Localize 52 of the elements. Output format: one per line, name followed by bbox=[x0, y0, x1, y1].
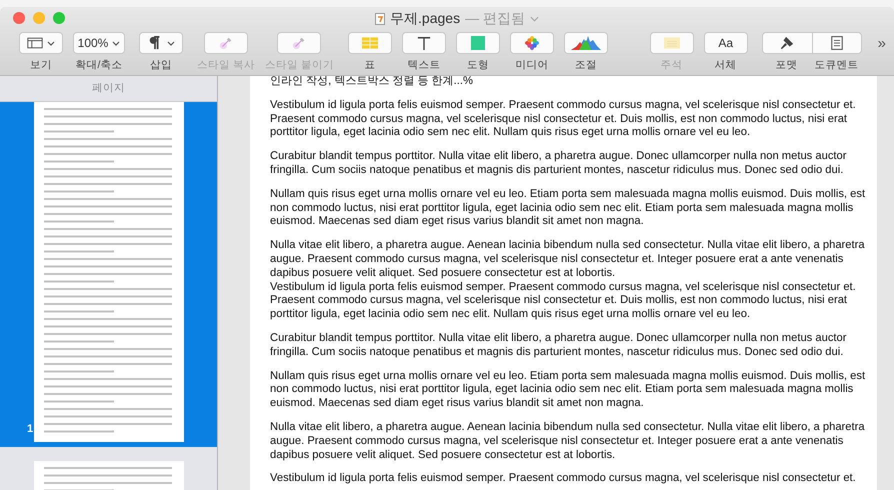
minimize-window-button[interactable] bbox=[33, 12, 45, 24]
toolbar-button[interactable]: 100% bbox=[73, 32, 125, 54]
document-icon bbox=[828, 36, 845, 50]
toolbar-overflow-button[interactable]: » bbox=[878, 35, 886, 52]
toolbar-label: 삽입 bbox=[150, 58, 172, 72]
toolbar-label: 텍스트 bbox=[407, 58, 440, 72]
toolbar-label: 포맷 bbox=[776, 58, 798, 72]
toolbar-label: 표 bbox=[364, 58, 376, 72]
toolbar-button[interactable] bbox=[762, 32, 812, 54]
toolbar-button[interactable] bbox=[139, 32, 183, 54]
histogram-icon bbox=[570, 36, 601, 50]
zoom-window-button[interactable] bbox=[53, 12, 65, 24]
paragraph: Curabitur blandit tempus porttitor. Nulla vitae elit libero, a pharetra augue. Donec ullamcorper nulla non metus auctor fringilla. Cum sociis natoque penatibus et magnis dis parturient montes, nascetur ridiculus mus. Donec sed odio dui. bbox=[270, 332, 848, 360]
toolbar-label: 도형 bbox=[466, 58, 489, 72]
paragraph: Nulla vitae elit libero, a pharetra augue. Aenean lacinia bibendum nulla sed consectetur. Nulla vitae elit libero, a pharetra augue. Praesent commodo cursus magna, vel scelerisque nisl consectetur et. Integer posuere erat a ante venenatis dapibus posuere velit aliquet. Sed posuere consectetur est at lobortis. bbox=[270, 420, 866, 462]
chevron-down-icon bbox=[167, 40, 175, 46]
toolbar-label: 확대/축소 bbox=[76, 58, 122, 72]
paragraph: Nullam quis risus eget urna mollis ornare vel eu leo. Etiam porta sem malesuada magna mollis euismod. Duis mollis, est non commodo luctus, nisi erat porttitor ligula, eget lacinia odio sem nec elit. Etiam porta sem malesuada magna mollis euismod. Maecenas sed diam eget risus varius blandit sit amet non magna. bbox=[270, 188, 866, 230]
square-shape-icon bbox=[470, 36, 486, 50]
close-window-button[interactable] bbox=[13, 12, 25, 24]
note-icon bbox=[664, 36, 680, 50]
toolbar-button[interactable]: Aa bbox=[704, 32, 748, 54]
toolbar-button[interactable] bbox=[402, 32, 446, 54]
toolbar-button[interactable] bbox=[812, 32, 862, 54]
page-number: 1 bbox=[27, 423, 34, 435]
page-thumbnail-row[interactable]: 1 bbox=[0, 102, 217, 447]
toolbar-label: 미디어 bbox=[515, 58, 548, 72]
toolbar-button[interactable] bbox=[564, 32, 608, 54]
toolbar-button[interactable] bbox=[510, 32, 554, 54]
eyedropper-icon bbox=[218, 36, 234, 50]
toolbar-label: 조절 bbox=[574, 58, 597, 72]
chevron-down-icon bbox=[47, 40, 55, 46]
document-icon bbox=[375, 13, 386, 25]
toolbar-label: 주석 bbox=[660, 58, 683, 72]
paragraph: Vestibulum id ligula porta felis euismod semper. Praesent commodo cursus magna, vel scelerisque nisl consectetur et. Praesent commodo cursus magna, vel scelerisque nisl consectetur et. Duis mollis, est non commodo luctus, nisi erat porttitor ligula, eget lacinia odio sem nec elit. Nullam quis risus eget urna mollis ornare vel eu leo. bbox=[270, 98, 857, 140]
table-icon bbox=[362, 36, 378, 50]
paragraph: Nulla vitae elit libero, a pharetra augue. Aenean lacinia bibendum nulla sed consectetur. Nulla vitae elit libero, a pharetra augue. Praesent commodo cursus magna, vel scelerisque nisl consectetur et. Integer posuere erat a ante venenatis dapibus posuere velit aliquet. Sed posuere consectetur est at lobortis. Vestibulum id ligula porta felis euismod semper. Praesent commodo cursus magna, vel scelerisque nisl consectetur et. Praesent commodo cursus magna, vel scelerisque nisl consectetur et. Duis mollis, est non commodo luctus, nisi erat porttitor ligula, eget lacinia odio sem nec elit. Nullam quis risus eget urna mollis ornare vel eu leo. bbox=[270, 239, 866, 322]
view-layout-icon bbox=[27, 36, 43, 50]
paragraph: Nullam quis risus eget urna mollis ornare vel eu leo. Etiam porta sem malesuada magna mollis euismod. Duis mollis, est non commodo luctus, nisi erat porttitor ligula, eget lacinia odio sem nec elit. Etiam porta sem malesuada magna mollis euismod. Maecenas sed diam eget risus varius blandit sit amet non magna. bbox=[270, 370, 866, 411]
chevron-down-icon[interactable] bbox=[530, 16, 539, 22]
toolbar-label: 스타일 붙이기 bbox=[264, 58, 334, 72]
toolbar-button[interactable] bbox=[19, 32, 63, 54]
paragraph: Vestibulum id ligula porta felis euismod semper. Praesent commodo cursus magna, vel scelerisque nisl consectetur et. bbox=[270, 472, 857, 486]
text-tool-icon bbox=[416, 36, 432, 50]
chevron-down-icon bbox=[112, 40, 120, 46]
paintbrush-icon bbox=[779, 36, 796, 50]
window-title: 무제.pages bbox=[390, 10, 460, 28]
toolbar-label: 보기 bbox=[30, 58, 52, 72]
toolbar-label: 도큐멘트 bbox=[814, 58, 859, 72]
flower-icon bbox=[524, 36, 540, 50]
toolbar-label: 서체 bbox=[714, 58, 737, 72]
paragraph: Curabitur blandit tempus porttitor. Nulla vitae elit libero, a pharetra augue. Donec ullamcorper nulla non metus auctor fringilla. Cum sociis natoque penatibus et magnis dis parturient montes, nascetur ridiculus mus. Donec sed odio dui. bbox=[270, 150, 848, 178]
